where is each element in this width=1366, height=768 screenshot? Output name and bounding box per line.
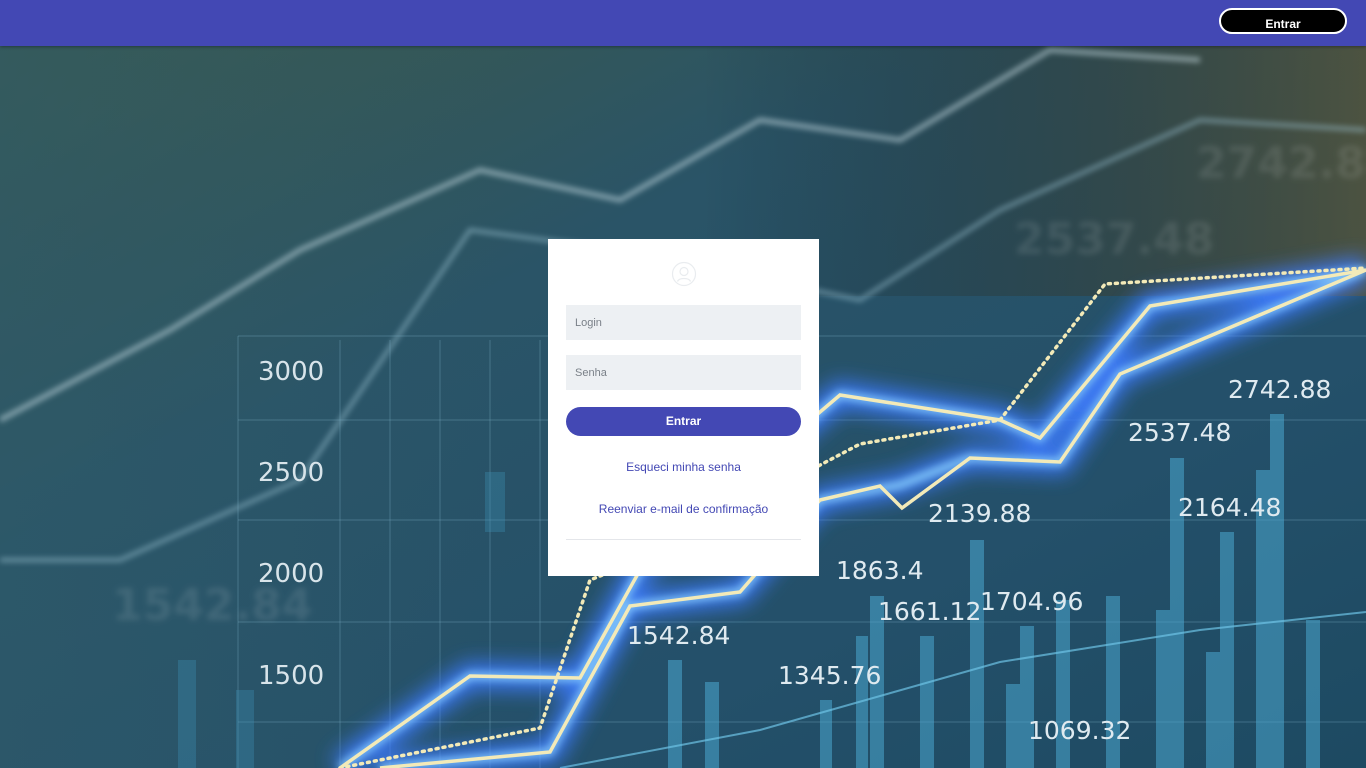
value-label: 1542.84: [627, 621, 730, 650]
value-label: 1704.96: [980, 587, 1083, 616]
page: Entrar 3000 2500 2000 1500 2742.88 2537.…: [0, 0, 1366, 768]
value-label: 1661.12: [878, 597, 981, 626]
top-bar: Entrar: [0, 0, 1366, 46]
login-input[interactable]: [566, 305, 801, 340]
ghost-label: 2537.48: [1014, 214, 1214, 265]
login-card: Entrar Esqueci minha senha Reenviar e-ma…: [548, 239, 819, 576]
card-divider: [566, 539, 801, 540]
ghost-label: 2742.88: [1196, 138, 1366, 189]
value-label: 2139.88: [928, 499, 1031, 528]
forgot-password-link[interactable]: Esqueci minha senha: [548, 460, 819, 474]
resend-confirmation-email-link[interactable]: Reenviar e-mail de confirmação: [548, 502, 819, 516]
value-label: 2742.88: [1228, 375, 1331, 404]
user-circle-icon: [671, 261, 697, 287]
y-axis-label: 2500: [258, 458, 324, 488]
value-label: 1069.32: [1028, 716, 1131, 745]
y-axis-label: 1500: [258, 661, 324, 691]
value-label: 2537.48: [1128, 418, 1231, 447]
value-label: 1345.76: [778, 661, 881, 690]
y-axis-label: 3000: [258, 357, 324, 387]
header-login-button[interactable]: Entrar: [1219, 8, 1347, 34]
value-label: 1863.4: [836, 556, 923, 585]
value-label: 2164.48: [1178, 493, 1281, 522]
password-input[interactable]: [566, 355, 801, 390]
ghost-label: 1542.84: [112, 580, 312, 631]
submit-login-button[interactable]: Entrar: [566, 407, 801, 436]
